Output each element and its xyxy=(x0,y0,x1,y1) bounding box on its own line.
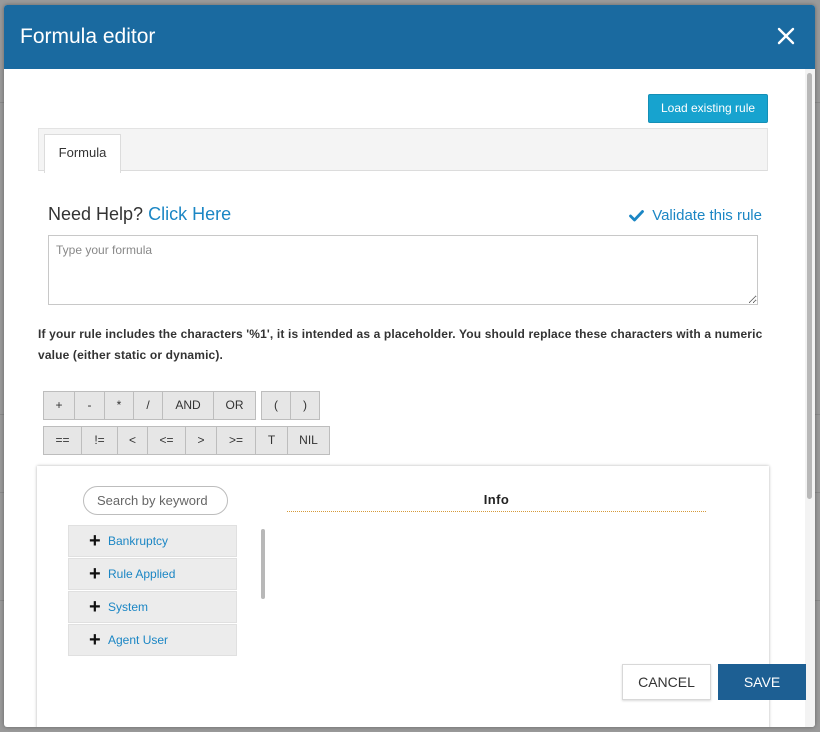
category-label: Bankruptcy xyxy=(108,534,169,548)
operator-group-arith-logic: + - * / AND OR xyxy=(43,391,256,420)
close-icon[interactable] xyxy=(775,25,797,47)
save-button[interactable]: SAVE xyxy=(718,664,806,700)
close-icon-glyph xyxy=(777,27,795,45)
help-text: Need Help? Click Here xyxy=(48,204,231,225)
formula-input[interactable] xyxy=(48,235,758,305)
keyword-search-input[interactable] xyxy=(83,486,228,515)
modal-scrollbar-thumb[interactable] xyxy=(807,73,812,499)
load-existing-rule-button[interactable]: Load existing rule xyxy=(648,94,768,123)
operator-minus-button[interactable]: - xyxy=(74,391,104,420)
help-link[interactable]: Click Here xyxy=(148,204,231,224)
modal-title: Formula editor xyxy=(20,25,156,48)
plus-icon: + xyxy=(89,530,101,552)
category-label: Rule Applied xyxy=(108,567,176,581)
tab-formula[interactable]: Formula xyxy=(44,134,121,173)
operator-greater-than-button[interactable]: > xyxy=(185,426,216,455)
operator-close-paren-button[interactable]: ) xyxy=(290,391,320,420)
modal-body: Load existing rule Formula Need Help? Cl… xyxy=(4,69,815,727)
operator-greater-equal-button[interactable]: >= xyxy=(216,426,255,455)
category-list: + Bankruptcy + Rule Applied + System + A… xyxy=(68,525,237,657)
category-list-scrollbar[interactable] xyxy=(261,529,265,599)
category-label: Agent User xyxy=(108,633,169,647)
formula-editor-modal: Formula editor Load existing rule Formul… xyxy=(4,5,815,727)
category-item-bankruptcy[interactable]: + Bankruptcy xyxy=(68,525,237,557)
operator-row-1: + - * / AND OR ( ) xyxy=(43,391,320,420)
placeholder-note: If your rule includes the characters '%1… xyxy=(38,327,763,362)
operator-less-equal-button[interactable]: <= xyxy=(147,426,185,455)
plus-icon: + xyxy=(89,629,101,651)
operator-plus-button[interactable]: + xyxy=(43,391,74,420)
operator-divide-button[interactable]: / xyxy=(133,391,162,420)
info-title: Info xyxy=(483,492,510,507)
validate-rule-link[interactable]: Validate this rule xyxy=(629,207,762,224)
operator-and-button[interactable]: AND xyxy=(162,391,213,420)
operator-row-2: == != < <= > >= T NIL xyxy=(43,426,330,455)
operator-multiply-button[interactable]: * xyxy=(104,391,133,420)
operator-equals-button[interactable]: == xyxy=(43,426,81,455)
category-item-system[interactable]: + System xyxy=(68,591,237,623)
modal-scrollbar[interactable] xyxy=(805,69,815,727)
operator-not-equals-button[interactable]: != xyxy=(81,426,117,455)
operator-less-than-button[interactable]: < xyxy=(117,426,147,455)
plus-icon: + xyxy=(89,596,101,618)
category-item-agent-user[interactable]: + Agent User xyxy=(68,624,237,656)
operator-true-button[interactable]: T xyxy=(255,426,287,455)
info-divider xyxy=(287,511,706,512)
category-label: System xyxy=(108,600,149,614)
cancel-button[interactable]: CANCEL xyxy=(622,664,711,700)
plus-icon: + xyxy=(89,563,101,585)
category-item-rule-applied[interactable]: + Rule Applied xyxy=(68,558,237,590)
operator-group-parens: ( ) xyxy=(261,391,320,420)
tabs-bar: Formula xyxy=(38,128,768,173)
validate-rule-label: Validate this rule xyxy=(652,207,762,224)
operator-nil-button[interactable]: NIL xyxy=(287,426,330,455)
operator-or-button[interactable]: OR xyxy=(213,391,256,420)
modal-header: Formula editor xyxy=(4,5,815,69)
help-prefix: Need Help? xyxy=(48,204,144,224)
checkmark-icon xyxy=(629,209,645,221)
operator-open-paren-button[interactable]: ( xyxy=(261,391,290,420)
